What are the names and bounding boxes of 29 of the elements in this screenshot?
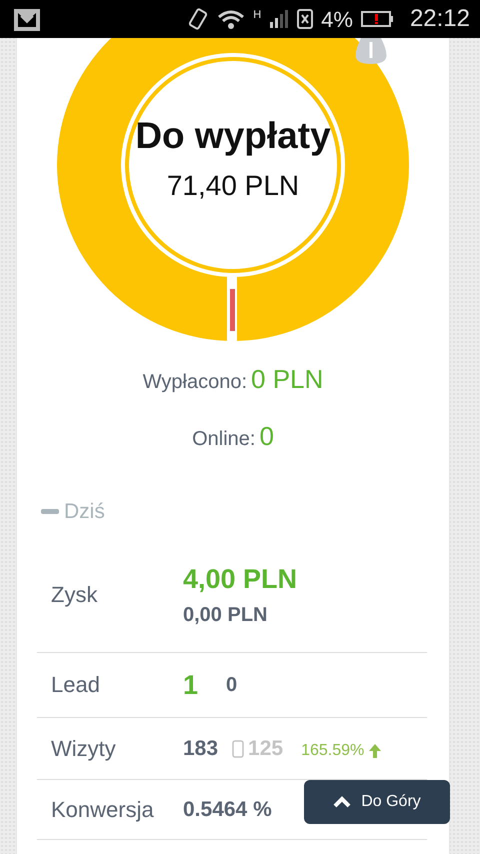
stat-value: 183: [183, 736, 218, 762]
paid-label: Wypłacono:: [142, 370, 248, 395]
balance-title: Do wypłaty: [134, 116, 332, 157]
wifi-icon: [217, 8, 246, 30]
secondary-value: 0,00 PLN: [183, 602, 268, 628]
phone-icon: [232, 740, 244, 758]
stat-label: Lead: [51, 671, 101, 700]
battery-icon: [360, 9, 394, 29]
battery-percent: 4%: [321, 6, 353, 34]
network-type-label: H: [253, 8, 262, 23]
sim-icon: [297, 8, 314, 30]
stat-label: Wizyty: [51, 735, 117, 763]
stat-label: Konwersja: [51, 796, 155, 824]
paid-value: 0 PLN: [251, 363, 324, 396]
scroll-top-button[interactable]: Do Góry: [304, 780, 450, 824]
vibrate-icon: [187, 7, 210, 31]
stat-value: 4,00 PLN: [183, 563, 298, 596]
stat-label: Zysk: [51, 581, 98, 609]
chevron-up-icon: [333, 794, 352, 810]
stat-value: 0.5464 %: [183, 796, 272, 823]
signal-icon: [269, 8, 290, 30]
balance-amount: 71,40 PLN: [166, 168, 300, 203]
clock: 22:12: [410, 4, 470, 34]
secondary-value: 0: [226, 672, 238, 698]
stat-value: 1: [183, 668, 198, 702]
change-percent: 165.59%: [301, 740, 364, 760]
mobile-value: 125: [248, 736, 284, 762]
online-label: Online:: [192, 427, 256, 452]
online-value: 0: [259, 420, 274, 453]
